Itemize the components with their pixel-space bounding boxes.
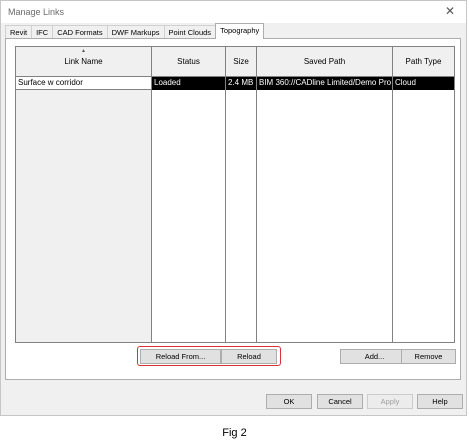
tab-revit[interactable]: Revit xyxy=(5,25,33,39)
table-row-size[interactable]: 2.4 MB xyxy=(226,77,257,90)
column-header-label: Link Name xyxy=(64,57,103,66)
column-header-link-name[interactable]: ▲ Link Name xyxy=(16,47,152,77)
apply-button[interactable]: Apply xyxy=(367,394,413,409)
tab-topography[interactable]: Topography xyxy=(215,23,265,39)
column-body-status xyxy=(152,77,226,342)
help-button[interactable]: Help xyxy=(417,394,463,409)
figure-caption: Fig 2 xyxy=(222,427,247,439)
tab-point-clouds[interactable]: Point Clouds xyxy=(163,25,217,39)
tab-cad-formats[interactable]: CAD Formats xyxy=(52,25,108,39)
tab-strip: Revit IFC CAD Formats DWF Markups Point … xyxy=(5,23,265,39)
title-bar: Manage Links ✕ xyxy=(1,1,466,23)
topography-panel: ▲ Link Name Status Size Saved Path Path … xyxy=(5,38,461,380)
links-table: ▲ Link Name Status Size Saved Path Path … xyxy=(15,46,455,343)
ok-button[interactable]: OK xyxy=(266,394,312,409)
table-row-link-name[interactable]: Surface w corridor xyxy=(16,77,152,90)
column-body-link-name xyxy=(16,77,152,342)
table-row-saved-path[interactable]: BIM 360://CADline Limited/Demo Pro xyxy=(257,77,393,90)
table-row-status[interactable]: Loaded xyxy=(152,77,226,90)
column-header-saved-path[interactable]: Saved Path xyxy=(257,47,393,77)
column-header-path-type[interactable]: Path Type xyxy=(393,47,454,77)
column-header-status[interactable]: Status xyxy=(152,47,226,77)
column-body-path-type xyxy=(393,77,454,342)
remove-button[interactable]: Remove xyxy=(401,349,456,364)
tab-ifc[interactable]: IFC xyxy=(31,25,54,39)
column-body-saved-path xyxy=(257,77,393,342)
manage-links-dialog: Manage Links ✕ Revit IFC CAD Formats DWF… xyxy=(0,0,467,416)
window-title: Manage Links xyxy=(8,7,65,17)
reload-buttons-highlight xyxy=(137,346,281,366)
column-header-size[interactable]: Size xyxy=(226,47,257,77)
table-row-path-type[interactable]: Cloud xyxy=(393,77,454,90)
tab-dwf-markups[interactable]: DWF Markups xyxy=(106,25,165,39)
close-icon[interactable]: ✕ xyxy=(444,5,456,17)
column-body-size xyxy=(226,77,257,342)
sort-ascending-icon: ▲ xyxy=(81,48,86,54)
add-button[interactable]: Add... xyxy=(340,349,409,364)
cancel-button[interactable]: Cancel xyxy=(317,394,363,409)
